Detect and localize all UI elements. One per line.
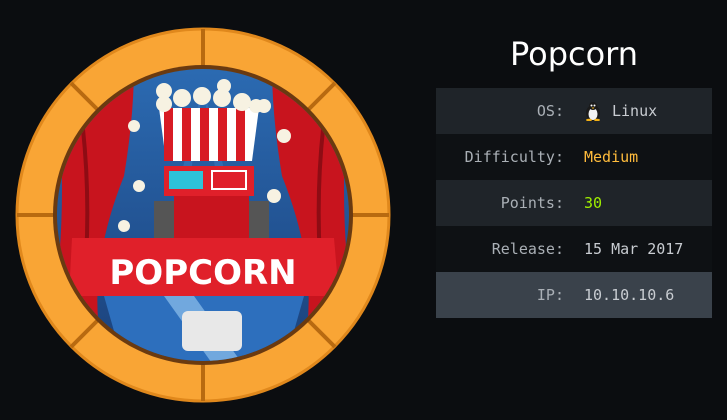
machine-title: Popcorn <box>509 35 639 73</box>
os-value-wrap: Linux <box>564 101 657 121</box>
os-label: OS: <box>536 102 564 120</box>
ip-value[interactable]: 10.10.10.6 <box>564 286 674 304</box>
points-value: 30 <box>584 194 603 212</box>
difficulty-value: Medium <box>584 148 639 166</box>
info-row-release: Release: 15 Mar 2017 <box>436 226 712 272</box>
release-label: Release: <box>491 240 564 258</box>
tux-penguin-icon <box>586 102 600 121</box>
info-row-os: OS: Linux <box>436 88 712 134</box>
machine-info-table: OS: Linux Difficulty: Medium Points: 30 … <box>436 88 712 318</box>
release-value: 15 Mar 2017 <box>584 240 684 258</box>
points-label: Points: <box>500 194 564 212</box>
ip-label: IP: <box>536 286 564 304</box>
info-row-points: Points: 30 <box>436 180 712 226</box>
difficulty-label: Difficulty: <box>464 148 564 166</box>
popcorn-badge-icon: POPCORN <box>15 27 391 403</box>
machine-avatar: POPCORN <box>14 26 392 404</box>
info-row-difficulty: Difficulty: Medium <box>436 134 712 180</box>
info-row-ip: IP: 10.10.10.6 <box>436 272 712 318</box>
os-value: Linux <box>612 102 658 120</box>
badge-text: POPCORN <box>109 253 296 293</box>
